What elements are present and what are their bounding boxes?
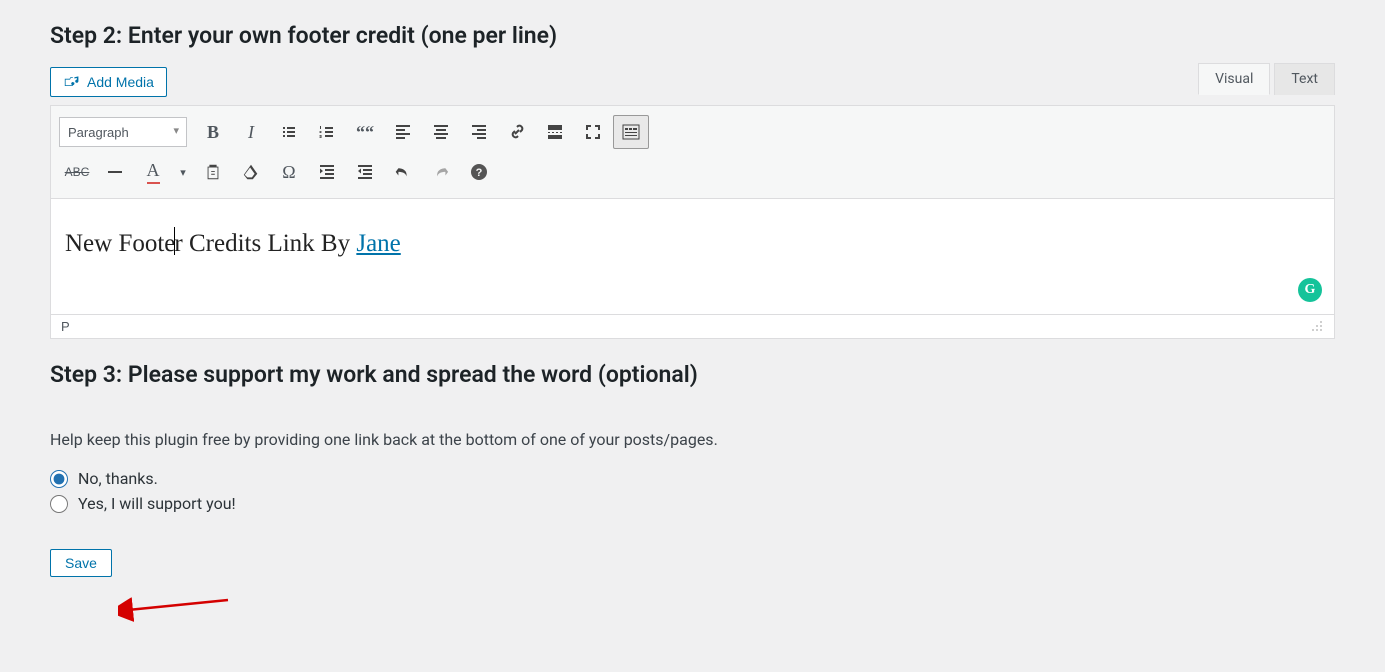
editor-body[interactable]: New Footer Credits Link By Jane G <box>51 199 1334 314</box>
special-char-button[interactable]: Ω <box>271 155 307 189</box>
horizontal-rule-button[interactable] <box>97 155 133 189</box>
format-select[interactable]: Paragraph <box>59 117 187 147</box>
add-media-button[interactable]: Add Media <box>50 67 167 97</box>
editor-text-prefix: New Foote <box>65 230 175 257</box>
step3-help-text: Help keep this plugin free by providing … <box>50 430 1335 449</box>
align-right-button[interactable] <box>461 115 497 149</box>
toolbar-row-1: Paragraph B I ““ <box>59 112 1326 152</box>
text-color-dropdown-icon[interactable]: ▾ <box>173 155 193 189</box>
status-path: P <box>61 319 70 334</box>
fullscreen-button[interactable] <box>575 115 611 149</box>
radio-yes-label: Yes, I will support you! <box>78 494 236 513</box>
step2-heading: Step 2: Enter your own footer credit (on… <box>50 0 1335 67</box>
numbered-list-button[interactable] <box>309 115 345 149</box>
editor-toolbar: Paragraph B I ““ ABC A ▾ Ω <box>51 106 1334 199</box>
svg-text:?: ? <box>476 167 483 179</box>
radio-yes-support[interactable]: Yes, I will support you! <box>50 494 1335 513</box>
annotation-arrow-icon <box>118 594 238 624</box>
tab-visual[interactable]: Visual <box>1198 63 1270 95</box>
editor-tabs: Visual Text <box>50 63 1335 95</box>
radio-yes-input[interactable] <box>50 495 68 513</box>
link-button[interactable] <box>499 115 535 149</box>
editor-link[interactable]: Jane <box>356 230 400 257</box>
undo-button[interactable] <box>385 155 421 189</box>
resize-handle-icon[interactable] <box>1312 321 1324 333</box>
grammarly-icon[interactable]: G <box>1298 278 1322 302</box>
clear-format-button[interactable] <box>233 155 269 189</box>
read-more-button[interactable] <box>537 115 573 149</box>
indent-button[interactable] <box>347 155 383 189</box>
help-button[interactable]: ? <box>461 155 497 189</box>
editor-container: Paragraph B I ““ ABC A ▾ Ω <box>50 105 1335 339</box>
align-left-button[interactable] <box>385 115 421 149</box>
italic-button[interactable]: I <box>233 115 269 149</box>
tab-text[interactable]: Text <box>1274 63 1335 95</box>
radio-no-input[interactable] <box>50 470 68 488</box>
save-button[interactable]: Save <box>50 549 112 577</box>
strikethrough-button[interactable]: ABC <box>59 155 95 189</box>
radio-no-label: No, thanks. <box>78 469 158 488</box>
editor-text-mid: r Credits Link By <box>174 230 356 257</box>
step3-heading: Step 3: Please support my work and sprea… <box>50 339 1335 406</box>
redo-button[interactable] <box>423 155 459 189</box>
toolbar-toggle-button[interactable] <box>613 115 649 149</box>
radio-no-thanks[interactable]: No, thanks. <box>50 469 1335 488</box>
editor-statusbar: P <box>51 314 1334 338</box>
bold-button[interactable]: B <box>195 115 231 149</box>
outdent-button[interactable] <box>309 155 345 189</box>
add-media-label: Add Media <box>87 74 154 90</box>
toolbar-row-2: ABC A ▾ Ω ? <box>59 152 1326 192</box>
text-color-button[interactable]: A <box>135 155 171 189</box>
bullet-list-button[interactable] <box>271 115 307 149</box>
align-center-button[interactable] <box>423 115 459 149</box>
paste-text-button[interactable] <box>195 155 231 189</box>
blockquote-button[interactable]: ““ <box>347 115 383 149</box>
camera-music-icon <box>63 74 81 90</box>
